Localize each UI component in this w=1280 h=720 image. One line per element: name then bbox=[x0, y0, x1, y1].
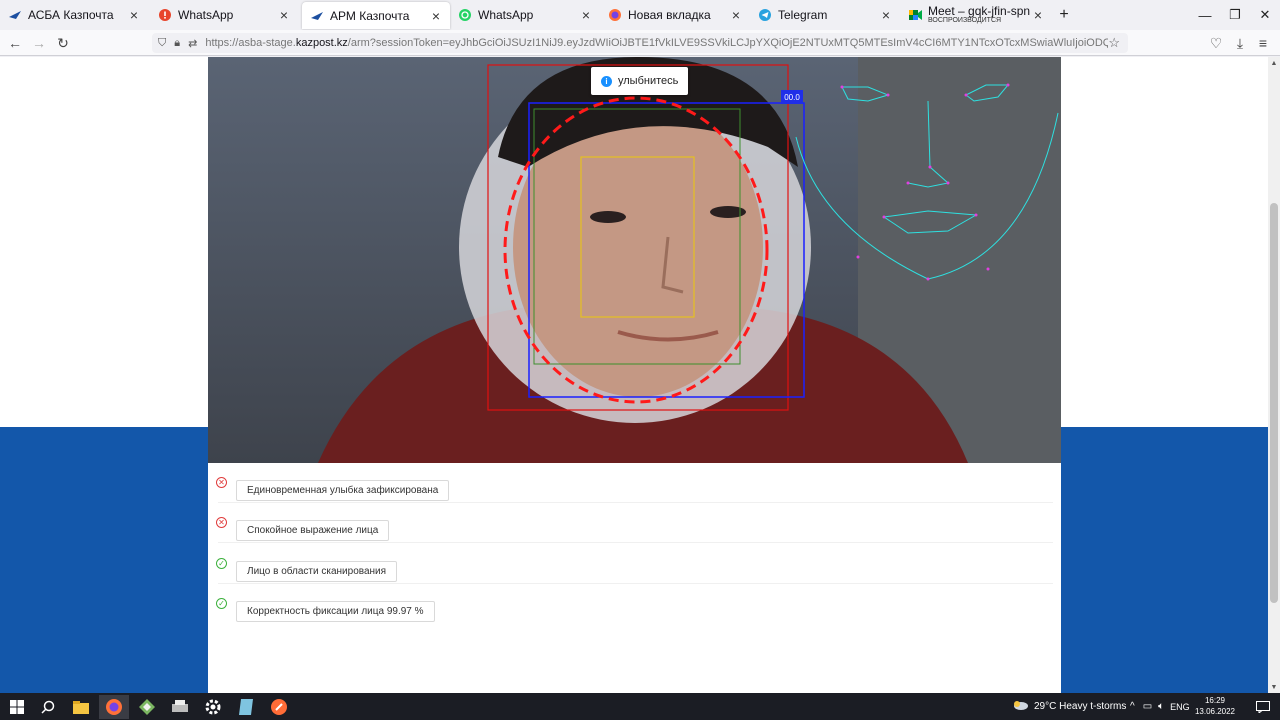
instruction-text: улыбнитесь bbox=[618, 75, 679, 87]
kazpost-icon bbox=[8, 8, 22, 22]
fail-icon: ✕ bbox=[216, 477, 227, 488]
fps-badge: 00.0 bbox=[781, 90, 803, 104]
close-icon[interactable]: × bbox=[126, 7, 142, 23]
forward-button[interactable]: → bbox=[30, 34, 48, 52]
close-icon[interactable]: × bbox=[728, 7, 744, 23]
close-window-button[interactable]: ✕ bbox=[1250, 0, 1280, 30]
volume-icon[interactable]: 🔈︎ bbox=[1158, 701, 1164, 712]
whatsapp-icon bbox=[458, 8, 472, 22]
file-explorer-icon[interactable] bbox=[66, 695, 96, 719]
check-row-smile: ✕ Единовременная улыбка зафиксирована bbox=[208, 463, 1061, 503]
weather-icon[interactable] bbox=[1012, 699, 1028, 714]
search-icon[interactable] bbox=[33, 695, 63, 719]
permissions-icon[interactable]: ⇄ bbox=[188, 37, 197, 50]
reload-button[interactable]: ↻ bbox=[54, 34, 72, 52]
check-row-in-area: ✓ Лицо в области сканирования bbox=[208, 544, 1061, 584]
tab-meet[interactable]: Meet – gqk-jfin-spn ВОСПРОИЗВОДИТСЯ × bbox=[900, 0, 1052, 30]
tray-icons: ^ ▭ 🔈︎ ENG bbox=[1130, 693, 1190, 720]
weather-text[interactable]: 29°C Heavy t-storms bbox=[1034, 701, 1126, 712]
close-icon[interactable]: × bbox=[428, 8, 444, 24]
check-row-calm: ✕ Спокойное выражение лица bbox=[208, 503, 1061, 543]
tab-title: АРМ Казпочта bbox=[330, 8, 410, 23]
firefox-icon[interactable] bbox=[99, 695, 129, 719]
minimize-button[interactable]: — bbox=[1190, 0, 1220, 30]
notifications-icon[interactable] bbox=[1248, 695, 1278, 719]
check-label: Лицо в области сканирования bbox=[236, 561, 398, 582]
back-button[interactable]: ← bbox=[6, 34, 24, 52]
clock-time: 16:29 bbox=[1204, 696, 1226, 705]
tab-whatsapp-2[interactable]: WhatsApp × bbox=[450, 0, 600, 30]
verification-card: i улыбнитесь 00.0 ✕ Единовременная улыбк… bbox=[208, 57, 1061, 693]
language-indicator[interactable]: ENG bbox=[1170, 702, 1190, 712]
telegram-icon bbox=[758, 8, 772, 22]
scroll-up-icon[interactable]: ▲ bbox=[1268, 57, 1280, 69]
bookmark-star-icon[interactable]: ☆ bbox=[1108, 35, 1120, 51]
tab-asba[interactable]: АСБА Казпочта × bbox=[0, 0, 148, 30]
system-tray: 29°C Heavy t-storms bbox=[1012, 693, 1126, 720]
meet-icon bbox=[908, 8, 922, 22]
close-icon[interactable]: × bbox=[578, 7, 594, 23]
tab-title: Telegram bbox=[778, 8, 828, 22]
taskbar: 29°C Heavy t-storms ^ ▭ 🔈︎ ENG 16:29 13.… bbox=[0, 693, 1280, 720]
clock-date: 13.06.2022 bbox=[1194, 707, 1236, 716]
meet-playing-label: ВОСПРОИЗВОДИТСЯ bbox=[928, 17, 1002, 24]
check-row-accuracy: ✓ Корректность фиксации лица 99.97 % bbox=[208, 584, 1061, 624]
tab-title: АСБА Казпочта bbox=[28, 8, 114, 22]
address-bar[interactable]: ⛉ 🔒︎ ⇄ https://asba-stage.kazpost.kz/arm… bbox=[152, 33, 1128, 53]
tab-new[interactable]: Новая вкладка × bbox=[600, 0, 750, 30]
check-label: Спокойное выражение лица bbox=[236, 520, 390, 541]
app-icon[interactable] bbox=[132, 695, 162, 719]
firefox-icon bbox=[608, 8, 622, 22]
scroll-down-icon[interactable]: ▼ bbox=[1268, 681, 1280, 693]
downloads-icon[interactable]: ⤓ bbox=[1231, 34, 1249, 52]
pocket-icon[interactable]: ♡ bbox=[1207, 34, 1225, 52]
divider bbox=[218, 542, 1053, 543]
close-icon[interactable]: × bbox=[1030, 7, 1046, 23]
chevron-up-icon[interactable]: ^ bbox=[1130, 701, 1135, 712]
info-icon: i bbox=[601, 75, 612, 87]
scroll-thumb[interactable] bbox=[1270, 203, 1278, 603]
close-icon[interactable]: × bbox=[276, 7, 292, 23]
network-icon[interactable]: ▭ bbox=[1143, 701, 1152, 712]
shield-icon[interactable]: ⛉ bbox=[158, 37, 166, 50]
instruction-tooltip: i улыбнитесь bbox=[591, 67, 689, 95]
camera-view: i улыбнитесь 00.0 bbox=[208, 57, 1061, 463]
lock-icon[interactable]: 🔒︎ bbox=[174, 37, 180, 50]
check-label: Единовременная улыбка зафиксирована bbox=[236, 480, 450, 501]
printer-icon[interactable] bbox=[165, 695, 195, 719]
camera-feed-placeholder bbox=[208, 57, 1061, 463]
check-ok-icon: ✓ bbox=[216, 558, 227, 569]
tab-arm[interactable]: АРМ Казпочта × bbox=[302, 2, 450, 29]
windows-start-icon[interactable] bbox=[2, 695, 32, 719]
url-text[interactable]: https://asba-stage.kazpost.kz/arm?sessio… bbox=[205, 37, 1108, 49]
meet-title: Meet – gqk-jfin-spn bbox=[928, 5, 1030, 18]
tab-title: Новая вкладка bbox=[628, 8, 711, 22]
check-label: Корректность фиксации лица 99.97 % bbox=[236, 601, 435, 622]
fail-icon: ✕ bbox=[216, 517, 227, 528]
tab-telegram[interactable]: Telegram × bbox=[750, 0, 900, 30]
tab-title: Meet – gqk-jfin-spn ВОСПРОИЗВОДИТСЯ bbox=[928, 5, 1030, 25]
notes-icon[interactable] bbox=[231, 695, 261, 719]
new-tab-button[interactable]: + bbox=[1049, 0, 1079, 30]
close-icon[interactable]: × bbox=[878, 7, 894, 23]
menu-icon[interactable]: ≡ bbox=[1254, 34, 1272, 52]
tab-bar: АСБА Казпочта × WhatsApp × АРМ Казпочта … bbox=[0, 0, 1280, 30]
whatsapp-alert-icon bbox=[158, 8, 172, 22]
settings-icon[interactable] bbox=[198, 695, 228, 719]
restore-button[interactable]: ❐ bbox=[1220, 0, 1250, 30]
kazpost-icon bbox=[310, 9, 324, 23]
tab-whatsapp-1[interactable]: WhatsApp × bbox=[150, 0, 298, 30]
tab-title: WhatsApp bbox=[178, 8, 234, 22]
postman-icon[interactable] bbox=[264, 695, 294, 719]
clock[interactable]: 16:29 13.06.2022 bbox=[1192, 695, 1238, 717]
navigation-bar: ← → ↻ ⛉ 🔒︎ ⇄ https://asba-stage.kazpost.… bbox=[0, 30, 1280, 56]
check-ok-icon: ✓ bbox=[216, 598, 227, 609]
page-content: i улыбнитесь 00.0 ✕ Единовременная улыбк… bbox=[0, 57, 1268, 693]
page-scrollbar[interactable]: ▲ ▼ bbox=[1268, 57, 1280, 693]
tab-title: WhatsApp bbox=[478, 8, 534, 22]
